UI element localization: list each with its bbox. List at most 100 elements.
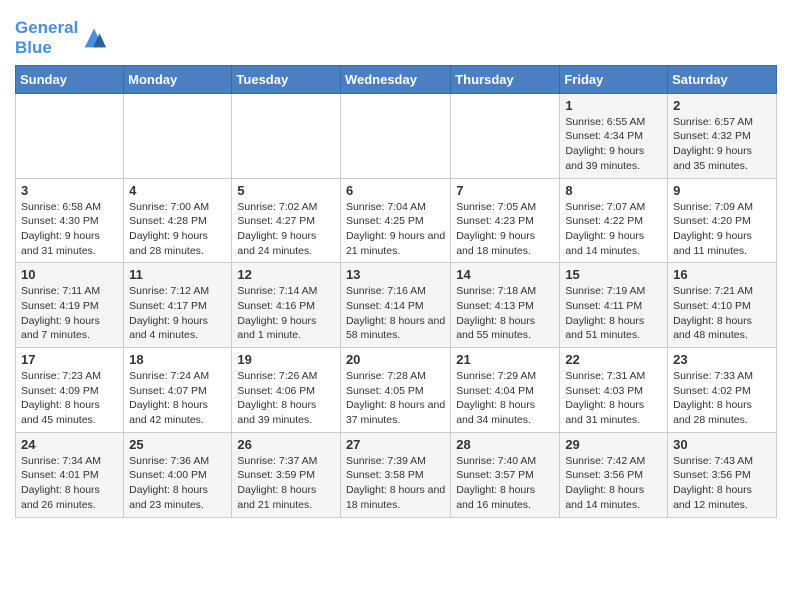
calendar-cell: 2 Sunrise: 6:57 AM Sunset: 4:32 PM Daylig… [668,93,777,178]
logo-line1: General [15,18,78,37]
day-number: 22 [565,352,662,367]
calendar-cell: 25 Sunrise: 7:36 AM Sunset: 4:00 PM Dayli… [124,432,232,517]
calendar-cell: 14Sunrise: 7:18 AM Sunset: 4:13 PM Dayli… [451,263,560,348]
day-number: 18 [129,352,226,367]
day-info: Sunrise: 6:57 AM Sunset: 4:32 PM Dayligh… [673,115,771,174]
day-header-sunday: Sunday [16,65,124,93]
day-number: 25 [129,437,226,452]
calendar-cell: 22 Sunrise: 7:31 AM Sunset: 4:03 PM Dayli… [560,348,668,433]
calendar-cell [232,93,341,178]
calendar-cell [16,93,124,178]
day-number: 17 [21,352,118,367]
day-number: 19 [237,352,335,367]
day-number: 26 [237,437,335,452]
day-header-wednesday: Wednesday [340,65,450,93]
day-info: Sunrise: 7:26 AM Sunset: 4:06 PM Dayligh… [237,369,335,428]
day-number: 23 [673,352,771,367]
day-number: 24 [21,437,118,452]
day-number: 28 [456,437,554,452]
calendar-cell: 3 Sunrise: 6:58 AM Sunset: 4:30 PM Daylig… [16,178,124,263]
day-number: 9 [673,183,771,198]
day-number: 15 [565,267,662,282]
day-info: Sunrise: 7:33 AM Sunset: 4:02 PM Dayligh… [673,369,771,428]
calendar-cell: 18 Sunrise: 7:24 AM Sunset: 4:07 PM Dayli… [124,348,232,433]
calendar-cell: 20 Sunrise: 7:28 AM Sunset: 4:05 PM Dayli… [340,348,450,433]
day-number: 1 [565,98,662,113]
day-info: Sunrise: 7:37 AM Sunset: 3:59 PM Dayligh… [237,454,335,513]
header: General Blue [15,10,777,59]
day-info: Sunrise: 7:02 AM Sunset: 4:27 PM Dayligh… [237,200,335,259]
day-info: Sunrise: 7:39 AM Sunset: 3:58 PM Dayligh… [346,454,445,513]
day-info: Sunrise: 7:40 AM Sunset: 3:57 PM Dayligh… [456,454,554,513]
calendar-table: SundayMondayTuesdayWednesdayThursdayFrid… [15,65,777,518]
calendar-cell: 8 Sunrise: 7:07 AM Sunset: 4:22 PM Daylig… [560,178,668,263]
day-number: 3 [21,183,118,198]
logo-line2: Blue [15,38,78,58]
week-row-1: 1Sunrise: 6:55 AM Sunset: 4:34 PM Daylig… [16,93,777,178]
logo-icon [80,24,108,52]
day-info: Sunrise: 7:31 AM Sunset: 4:03 PM Dayligh… [565,369,662,428]
day-header-thursday: Thursday [451,65,560,93]
day-info: Sunrise: 6:58 AM Sunset: 4:30 PM Dayligh… [21,200,118,259]
day-info: Sunrise: 7:05 AM Sunset: 4:23 PM Dayligh… [456,200,554,259]
calendar-cell: 17 Sunrise: 7:23 AM Sunset: 4:09 PM Dayli… [16,348,124,433]
day-info: Sunrise: 7:00 AM Sunset: 4:28 PM Dayligh… [129,200,226,259]
calendar-cell: 1Sunrise: 6:55 AM Sunset: 4:34 PM Daylig… [560,93,668,178]
week-row-4: 17 Sunrise: 7:23 AM Sunset: 4:09 PM Dayli… [16,348,777,433]
day-number: 27 [346,437,445,452]
calendar-cell: 12 Sunrise: 7:14 AM Sunset: 4:16 PM Dayli… [232,263,341,348]
calendar-cell: 5 Sunrise: 7:02 AM Sunset: 4:27 PM Daylig… [232,178,341,263]
calendar-cell: 4 Sunrise: 7:00 AM Sunset: 4:28 PM Daylig… [124,178,232,263]
calendar-cell: 7Sunrise: 7:05 AM Sunset: 4:23 PM Daylig… [451,178,560,263]
day-info: Sunrise: 7:43 AM Sunset: 3:56 PM Dayligh… [673,454,771,513]
day-header-tuesday: Tuesday [232,65,341,93]
calendar-cell: 9 Sunrise: 7:09 AM Sunset: 4:20 PM Daylig… [668,178,777,263]
day-number: 29 [565,437,662,452]
day-header-friday: Friday [560,65,668,93]
day-number: 20 [346,352,445,367]
day-info: Sunrise: 7:42 AM Sunset: 3:56 PM Dayligh… [565,454,662,513]
calendar-cell: 10 Sunrise: 7:11 AM Sunset: 4:19 PM Dayli… [16,263,124,348]
day-number: 11 [129,267,226,282]
calendar-cell: 29 Sunrise: 7:42 AM Sunset: 3:56 PM Dayli… [560,432,668,517]
day-info: Sunrise: 7:23 AM Sunset: 4:09 PM Dayligh… [21,369,118,428]
day-number: 5 [237,183,335,198]
day-info: Sunrise: 7:21 AM Sunset: 4:10 PM Dayligh… [673,284,771,343]
day-number: 4 [129,183,226,198]
day-header-saturday: Saturday [668,65,777,93]
day-info: Sunrise: 7:19 AM Sunset: 4:11 PM Dayligh… [565,284,662,343]
day-info: Sunrise: 7:09 AM Sunset: 4:20 PM Dayligh… [673,200,771,259]
day-number: 13 [346,267,445,282]
calendar-cell: 26 Sunrise: 7:37 AM Sunset: 3:59 PM Dayli… [232,432,341,517]
day-info: Sunrise: 7:34 AM Sunset: 4:01 PM Dayligh… [21,454,118,513]
day-info: Sunrise: 7:11 AM Sunset: 4:19 PM Dayligh… [21,284,118,343]
day-info: Sunrise: 7:24 AM Sunset: 4:07 PM Dayligh… [129,369,226,428]
calendar-cell: 21Sunrise: 7:29 AM Sunset: 4:04 PM Dayli… [451,348,560,433]
calendar-cell: 19 Sunrise: 7:26 AM Sunset: 4:06 PM Dayli… [232,348,341,433]
calendar-cell: 6 Sunrise: 7:04 AM Sunset: 4:25 PM Daylig… [340,178,450,263]
day-info: Sunrise: 7:36 AM Sunset: 4:00 PM Dayligh… [129,454,226,513]
calendar-cell: 13 Sunrise: 7:16 AM Sunset: 4:14 PM Dayli… [340,263,450,348]
calendar-cell [451,93,560,178]
day-number: 6 [346,183,445,198]
day-info: Sunrise: 7:18 AM Sunset: 4:13 PM Dayligh… [456,284,554,343]
header-row: SundayMondayTuesdayWednesdayThursdayFrid… [16,65,777,93]
day-number: 16 [673,267,771,282]
calendar-cell: 24 Sunrise: 7:34 AM Sunset: 4:01 PM Dayli… [16,432,124,517]
day-header-monday: Monday [124,65,232,93]
day-number: 2 [673,98,771,113]
calendar-cell: 16 Sunrise: 7:21 AM Sunset: 4:10 PM Dayli… [668,263,777,348]
day-info: Sunrise: 7:28 AM Sunset: 4:05 PM Dayligh… [346,369,445,428]
day-info: Sunrise: 7:04 AM Sunset: 4:25 PM Dayligh… [346,200,445,259]
day-info: Sunrise: 7:16 AM Sunset: 4:14 PM Dayligh… [346,284,445,343]
calendar-cell: 23 Sunrise: 7:33 AM Sunset: 4:02 PM Dayli… [668,348,777,433]
week-row-5: 24 Sunrise: 7:34 AM Sunset: 4:01 PM Dayli… [16,432,777,517]
day-number: 8 [565,183,662,198]
calendar-cell: 27 Sunrise: 7:39 AM Sunset: 3:58 PM Dayli… [340,432,450,517]
calendar-cell: 11 Sunrise: 7:12 AM Sunset: 4:17 PM Dayli… [124,263,232,348]
day-number: 10 [21,267,118,282]
day-number: 12 [237,267,335,282]
day-info: Sunrise: 7:12 AM Sunset: 4:17 PM Dayligh… [129,284,226,343]
day-info: Sunrise: 7:07 AM Sunset: 4:22 PM Dayligh… [565,200,662,259]
day-info: Sunrise: 7:14 AM Sunset: 4:16 PM Dayligh… [237,284,335,343]
